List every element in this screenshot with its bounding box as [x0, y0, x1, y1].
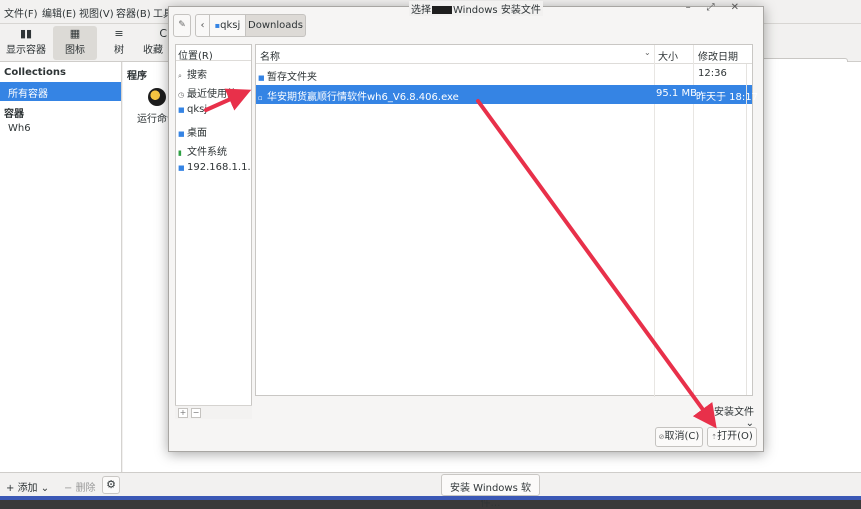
sidebar-item-wh6[interactable]: Wh6: [0, 120, 121, 139]
minus-icon: −: [64, 483, 76, 494]
places-network-label: 192.168.1.1…: [187, 162, 251, 173]
chevron-left-icon[interactable]: ‹: [195, 14, 210, 37]
add-label: 添加: [17, 483, 38, 494]
add-button[interactable]: + 添加 ⌄: [6, 479, 49, 494]
delete-label: 删除: [75, 483, 96, 494]
folder-icon: ■: [258, 74, 265, 82]
file-row-name-text: 暂存文件夹: [267, 72, 317, 83]
open-label: 打开(O): [717, 431, 753, 442]
file-row-size: 95.1 MB: [656, 88, 697, 99]
bottles-icon: ▮▮: [19, 27, 33, 40]
sidebar: Collections 所有容器 容器 Wh6: [0, 62, 122, 472]
file-type-filter[interactable]: 安装文件 ⌄: [702, 401, 758, 429]
search-icon: ⌕: [178, 72, 182, 80]
open-button[interactable]: ⇡打开(O): [707, 427, 757, 447]
places-recent-label: 最近使用的: [187, 89, 237, 100]
places-item-search[interactable]: ⌕ 搜索: [176, 63, 251, 82]
desktop-icon: ■: [178, 130, 185, 138]
programs-title: 程序: [127, 71, 147, 82]
file-icon: ▫: [258, 94, 263, 102]
icon-view-button[interactable]: ▦ 图标: [53, 26, 97, 60]
chevron-down-icon: [432, 6, 452, 14]
favorites-button[interactable]: C 收藏: [143, 26, 167, 60]
drive-icon: ▮: [178, 149, 182, 157]
menu-containers[interactable]: 容器(B): [116, 5, 151, 20]
places-home-label: qksj: [187, 104, 208, 115]
file-row-modified: 12:36: [698, 68, 727, 79]
places-buttons: + −: [175, 405, 252, 419]
places-item-network[interactable]: ■ 192.168.1.1…: [176, 159, 251, 178]
places-search-label: 搜索: [187, 70, 207, 81]
chevron-down-icon: ⌄: [40, 483, 50, 494]
menu-file[interactable]: 文件(F): [4, 5, 38, 20]
places-item-desktop[interactable]: ■ 桌面: [176, 121, 251, 140]
icon-view-label: 图标: [65, 45, 85, 56]
clock-icon: ◷: [178, 91, 185, 99]
containers-header: 容器: [4, 109, 24, 120]
places-item-recent[interactable]: ◷ 最近使用的: [176, 82, 251, 101]
list-icon: ≡: [114, 27, 124, 40]
cancel-button[interactable]: ⊘取消(C): [655, 427, 703, 447]
file-row-name: ▫ 华安期货赢顺行情软件wh6_V6.8.406.exe: [258, 88, 459, 103]
edit-location-icon[interactable]: ✎: [173, 14, 191, 37]
window-controls[interactable]: –⤢✕: [686, 2, 755, 13]
path-qksj-label: qksj: [220, 20, 241, 31]
path-qksj-button[interactable]: ▪qksj: [210, 14, 246, 37]
add-place-icon[interactable]: +: [178, 408, 188, 418]
file-list: 名称 ⌄ 大小 修改日期 ■ 暂存文件夹 12:36 ▫ 华安期货赢顺行情软件wh6…: [255, 44, 758, 397]
file-row-folder[interactable]: ■ 暂存文件夹 12:36: [256, 65, 752, 84]
column-size[interactable]: 大小: [658, 48, 678, 63]
file-row-exe[interactable]: ▫ 华安期货赢顺行情软件wh6_V6.8.406.exe 95.1 MB 昨天于 …: [256, 85, 758, 104]
column-name[interactable]: 名称: [260, 48, 280, 63]
menu-edit[interactable]: 编辑(E): [42, 5, 76, 20]
file-list-scrollbar[interactable]: [746, 64, 752, 395]
places-desktop-label: 桌面: [187, 128, 207, 139]
remove-place-icon[interactable]: −: [191, 408, 201, 418]
sort-chevron-icon: ⌄: [644, 48, 651, 57]
cancel-label: 取消(C): [664, 431, 700, 442]
places-header: 位置(R): [176, 45, 251, 62]
star-icon: C: [159, 27, 167, 40]
places-item-filesystem[interactable]: ▮ 文件系统: [176, 140, 251, 159]
file-chooser-dialog: 选择 Windows 安装文件 –⤢✕ ✎ ‹ ▪qksj Downloads 位…: [168, 1, 764, 452]
dialog-title: 选择 Windows 安装文件: [409, 1, 543, 16]
filter-label: 安装文件: [714, 407, 754, 418]
gear-icon[interactable]: ⚙: [102, 476, 120, 494]
run-command-icon: [148, 88, 166, 106]
file-row-name-text: 华安期货赢顺行情软件wh6_V6.8.406.exe: [267, 92, 459, 103]
plus-icon: +: [6, 483, 18, 494]
menu-view[interactable]: 视图(V): [79, 5, 114, 20]
dialog-title-prefix: 选择: [411, 5, 431, 16]
places-filesystem-label: 文件系统: [187, 147, 227, 158]
sidebar-item-all-containers[interactable]: 所有容器: [0, 82, 121, 101]
network-folder-icon: ■: [178, 164, 185, 172]
tree-view-button[interactable]: ≡ 树: [97, 26, 141, 60]
collections-header: Collections: [4, 67, 66, 78]
tree-view-label: 树: [114, 45, 124, 56]
delete-button[interactable]: − 删除: [64, 479, 96, 494]
column-modified[interactable]: 修改日期: [698, 48, 738, 63]
favorites-label: 收藏: [143, 45, 163, 56]
show-containers-label: 显示容器: [6, 45, 46, 56]
file-list-header: 名称 ⌄ 大小 修改日期: [256, 45, 752, 64]
install-windows-software-button[interactable]: 安装 Windows 软件…: [441, 474, 540, 509]
dialog-title-suffix: Windows 安装文件: [453, 5, 541, 16]
show-containers-button[interactable]: ▮▮ 显示容器: [4, 26, 48, 60]
taskbar-strip: [0, 496, 861, 500]
home-folder-icon: ■: [178, 106, 185, 114]
places-item-home[interactable]: ■ qksj: [176, 101, 251, 120]
path-downloads-button[interactable]: Downloads: [246, 14, 306, 37]
places-sidebar: 位置(R) ⌕ 搜索 ◷ 最近使用的 ■ qksj ■ 桌面 ▮ 文件系统 ■ 192.16…: [175, 44, 252, 419]
file-row-name: ■ 暂存文件夹: [258, 68, 317, 83]
grid-icon: ▦: [69, 27, 81, 40]
